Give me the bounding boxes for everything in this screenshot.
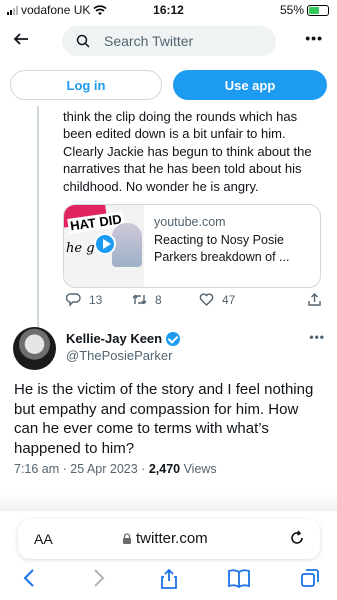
battery-icon xyxy=(307,4,329,16)
share-action[interactable] xyxy=(307,292,322,307)
arrow-left-icon[interactable] xyxy=(12,30,30,48)
tweet-actions: 13 8 47 xyxy=(63,292,325,312)
url-group[interactable]: twitter.com xyxy=(122,530,208,547)
views-count: 2,470 xyxy=(148,462,181,476)
more-options-icon[interactable]: ••• xyxy=(305,30,323,46)
tweet-more-icon[interactable]: ••• xyxy=(309,330,325,344)
like-count: 47 xyxy=(222,292,236,307)
top-navigation: Search Twitter ••• xyxy=(0,22,337,60)
card-body: youtube.com Reacting to Nosy Posie Parke… xyxy=(154,215,314,266)
avatar[interactable] xyxy=(13,327,56,370)
reply-tweet-text: think the clip doing the rounds which ha… xyxy=(63,109,312,194)
main-tweet-text: He is the victim of the story and I feel… xyxy=(14,381,314,457)
retweet-count: 8 xyxy=(155,292,162,307)
verified-badge-icon xyxy=(166,331,181,346)
auth-row: Log in Use app xyxy=(10,70,327,102)
search-input[interactable]: Search Twitter xyxy=(62,26,276,56)
author-name: Kellie-Jay Keen xyxy=(66,331,163,346)
link-card[interactable]: HAT DID he g iu youtube.com Reacting to … xyxy=(63,204,321,288)
views-label: Views xyxy=(180,462,217,476)
thumbnail-person xyxy=(112,223,142,267)
reply-icon xyxy=(66,293,81,307)
play-icon xyxy=(94,233,116,255)
thread-line xyxy=(37,106,39,332)
share-icon xyxy=(308,293,321,306)
share-sheet-icon[interactable] xyxy=(159,568,179,590)
toolbar-shade xyxy=(0,493,337,511)
browser-nav-bar xyxy=(0,568,337,592)
like-action[interactable]: 47 xyxy=(199,292,235,307)
tweet-timestamp[interactable]: 7:16 am · 25 Apr 2023 · xyxy=(14,462,149,476)
battery-group: 55% xyxy=(280,3,329,17)
back-icon[interactable] xyxy=(22,568,36,588)
status-bar: vodafone UK 16:12 55% xyxy=(0,0,337,20)
card-domain: youtube.com xyxy=(154,215,226,229)
author-name-row[interactable]: Kellie-Jay Keen xyxy=(66,331,181,346)
reply-count: 13 xyxy=(89,292,103,307)
url-text: twitter.com xyxy=(136,530,208,547)
reader-aa-button[interactable]: AA xyxy=(34,531,53,547)
heart-icon xyxy=(199,293,214,306)
author-handle[interactable]: @ThePosieParker xyxy=(66,348,172,363)
login-button[interactable]: Log in xyxy=(10,70,162,100)
tweet-meta: 7:16 am · 25 Apr 2023 · 2,470 Views xyxy=(14,462,217,476)
reload-icon[interactable] xyxy=(288,529,306,547)
tabs-icon[interactable] xyxy=(300,568,320,588)
retweet-icon xyxy=(132,294,147,305)
use-app-button[interactable]: Use app xyxy=(173,70,327,100)
search-placeholder: Search Twitter xyxy=(104,33,194,49)
battery-percent: 55% xyxy=(279,3,304,17)
forward-icon[interactable] xyxy=(92,568,106,588)
card-title: Reacting to Nosy Posie Parkers breakdown… xyxy=(154,233,290,264)
address-bar[interactable]: AA twitter.com xyxy=(18,519,320,559)
lock-icon xyxy=(123,532,131,544)
video-thumbnail: HAT DID he g iu xyxy=(64,205,144,287)
reply-action[interactable]: 13 xyxy=(66,292,102,307)
search-icon xyxy=(76,34,90,48)
retweet-action[interactable]: 8 xyxy=(132,292,162,307)
bookmarks-icon[interactable] xyxy=(227,568,251,588)
